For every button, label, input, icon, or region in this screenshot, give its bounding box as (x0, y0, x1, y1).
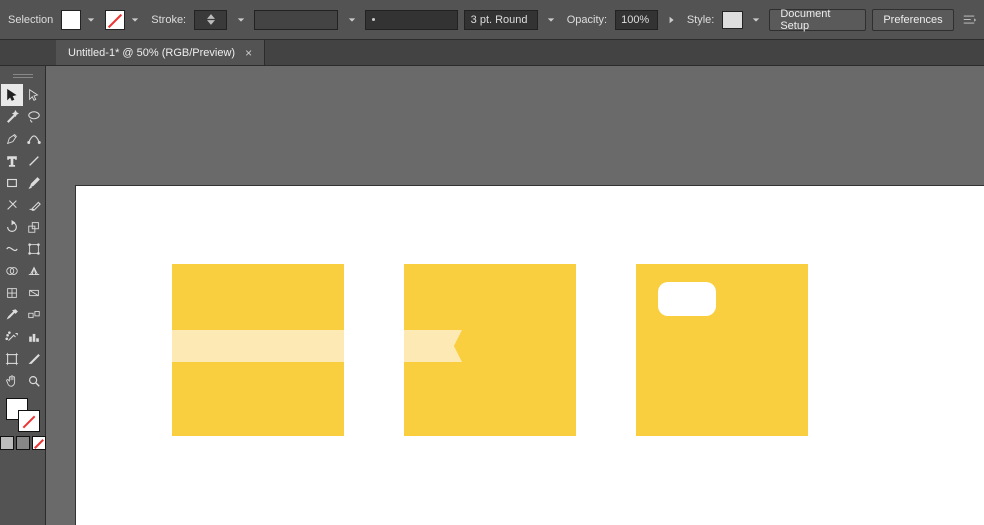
magic-wand-tool[interactable] (1, 106, 23, 128)
gradient-tool[interactable] (23, 282, 45, 304)
opacity-value: 100% (621, 14, 649, 26)
document-setup-button[interactable]: Document Setup (769, 9, 866, 31)
artboard[interactable] (76, 186, 984, 525)
color-mode-button[interactable] (0, 436, 14, 450)
selection-tool[interactable] (1, 84, 23, 106)
graphic-style-swatch[interactable] (722, 11, 742, 29)
artwork-yellow-square-2[interactable] (404, 264, 576, 436)
fill-swatch-dropdown[interactable] (83, 10, 99, 30)
align-flyout-icon[interactable] (960, 10, 978, 30)
fill-swatch[interactable] (61, 10, 81, 30)
type-tool[interactable] (1, 150, 23, 172)
brush-dropdown[interactable] (544, 10, 559, 30)
fill-stroke-control[interactable] (6, 398, 40, 432)
symbol-sprayer-tool[interactable] (1, 326, 23, 348)
no-selection-label: Selection (6, 14, 55, 26)
document-tab-strip: Untitled-1* @ 50% (RGB/Preview) × (0, 40, 984, 66)
blend-tool[interactable] (23, 304, 45, 326)
brush-dot-icon (372, 18, 375, 21)
stroke-swatch-dropdown[interactable] (127, 10, 143, 30)
gradient-mode-button[interactable] (16, 436, 30, 450)
color-mode-row (0, 436, 46, 450)
stroke-swatch-group (105, 10, 143, 30)
artwork-ribbon-end[interactable] (404, 330, 462, 362)
opacity-dropdown[interactable] (664, 10, 679, 30)
fill-swatch-group (61, 10, 99, 30)
hand-tool[interactable] (1, 370, 23, 392)
mesh-tool[interactable] (1, 282, 23, 304)
canvas-viewport[interactable] (46, 66, 984, 525)
document-tab-title: Untitled-1* @ 50% (RGB/Preview) (68, 47, 235, 59)
paintbrush-tool[interactable] (23, 172, 45, 194)
eyedropper-tool[interactable] (1, 304, 23, 326)
free-transform-tool[interactable] (23, 238, 45, 260)
column-graph-tool[interactable] (23, 326, 45, 348)
tool-panel-grip-icon[interactable] (0, 72, 45, 82)
rotate-tool[interactable] (1, 216, 23, 238)
variable-width-dropdown[interactable] (344, 10, 359, 30)
options-bar: Selection Stroke: 3 pt. Round Opacity: 1… (0, 0, 984, 40)
tab-close-button[interactable]: × (245, 46, 252, 60)
shaper-tool[interactable] (1, 194, 23, 216)
stroke-weight-dropdown[interactable] (233, 10, 248, 30)
line-segment-tool[interactable] (23, 150, 45, 172)
opacity-field[interactable]: 100% (615, 10, 658, 30)
opacity-label: Opacity: (565, 14, 609, 26)
stroke-weight-stepper[interactable] (194, 10, 227, 30)
document-tab[interactable]: Untitled-1* @ 50% (RGB/Preview) × (56, 40, 265, 65)
artwork-rounded-tab[interactable] (658, 282, 716, 316)
brush-preview[interactable] (365, 10, 458, 30)
artwork-yellow-square-1[interactable] (172, 264, 344, 436)
brush-name: 3 pt. Round (471, 14, 528, 26)
style-dropdown[interactable] (749, 10, 764, 30)
preferences-button[interactable]: Preferences (872, 9, 953, 31)
zoom-tool[interactable] (23, 370, 45, 392)
slice-tool[interactable] (23, 348, 45, 370)
variable-width-profile[interactable] (254, 10, 338, 30)
tool-panel (0, 66, 46, 525)
artwork-cream-band[interactable] (172, 330, 344, 362)
scale-tool[interactable] (23, 216, 45, 238)
artboard-tool[interactable] (1, 348, 23, 370)
stroke-label: Stroke: (149, 14, 188, 26)
stroke-swatch[interactable] (105, 10, 125, 30)
direct-selection-tool[interactable] (23, 84, 45, 106)
style-label: Style: (685, 14, 717, 26)
stroke-color-icon[interactable] (18, 410, 40, 432)
perspective-grid-tool[interactable] (23, 260, 45, 282)
artwork-yellow-square-3[interactable] (636, 264, 808, 436)
main-area (0, 66, 984, 525)
brush-definition[interactable]: 3 pt. Round (464, 10, 538, 30)
tool-grid (1, 84, 45, 392)
lasso-tool[interactable] (23, 106, 45, 128)
curvature-tool[interactable] (23, 128, 45, 150)
pen-tool[interactable] (1, 128, 23, 150)
none-mode-button[interactable] (32, 436, 46, 450)
width-tool[interactable] (1, 238, 23, 260)
rectangle-tool[interactable] (1, 172, 23, 194)
eraser-tool[interactable] (23, 194, 45, 216)
shape-builder-tool[interactable] (1, 260, 23, 282)
